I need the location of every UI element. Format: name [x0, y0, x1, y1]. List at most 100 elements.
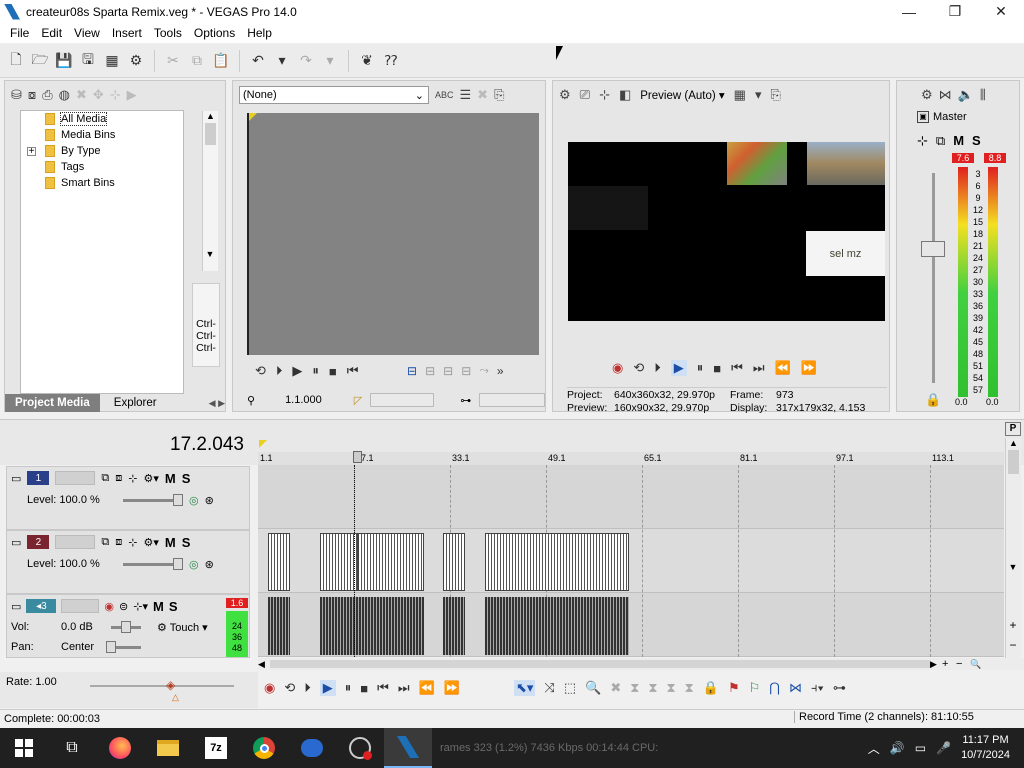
track-fx-icon[interactable]: ⊹▾	[133, 600, 148, 613]
track-number-1[interactable]: 1	[27, 471, 50, 485]
audio-clip[interactable]	[443, 597, 465, 655]
import-media-icon[interactable]: ⛁	[11, 87, 22, 103]
track-blend-icon[interactable]: ⊛	[205, 558, 214, 571]
record-icon[interactable]: ◉	[264, 680, 275, 696]
speaker-icon[interactable]: 🔈	[958, 87, 974, 103]
copy-snapshot-icon[interactable]: ⎘	[770, 87, 780, 103]
track-2-mute-button[interactable]: M	[165, 535, 176, 550]
help-whats-this-icon[interactable]: ⁇	[381, 51, 401, 71]
audio-clip[interactable]	[268, 597, 290, 655]
play-from-start-icon[interactable]: ⏵	[304, 680, 311, 696]
zoom-in-h-icon[interactable]: +	[942, 658, 956, 670]
save-as-icon[interactable]: 🖫	[78, 51, 98, 71]
master-fx-icon[interactable]: ⊹	[917, 133, 928, 149]
track-fx-icon[interactable]: ⊹	[128, 536, 137, 549]
menu-insert[interactable]: Insert	[106, 26, 148, 40]
track-3-mute-button[interactable]: M	[153, 599, 164, 614]
video-clip[interactable]	[320, 533, 358, 591]
zoom-h-icon[interactable]: 🔍	[970, 659, 984, 670]
scroll-down-icon[interactable]: ▼	[203, 249, 217, 259]
track-1-level-slider[interactable]	[123, 493, 183, 506]
track-fx-icon[interactable]: ⊹	[128, 472, 137, 485]
loop-icon[interactable]: ⟲	[255, 363, 266, 379]
zoom-field[interactable]	[479, 393, 546, 407]
selection-length-field[interactable]	[370, 393, 435, 407]
master-fx2-icon[interactable]: ⧉	[936, 133, 945, 149]
trim-start-icon[interactable]: ⧗	[648, 680, 657, 696]
auto-ripple-icon[interactable]: ⫞▾	[811, 680, 824, 696]
clock[interactable]: 11:17 PM 10/7/2024	[961, 733, 1010, 763]
trimmer-source-dropdown[interactable]: (None) ⌄	[239, 86, 429, 104]
tab-scroll-arrows[interactable]: ◀ ▶	[209, 398, 225, 409]
tree-item-all-media[interactable]: All Media	[21, 111, 183, 127]
go-to-start-icon[interactable]: ⏮	[347, 363, 359, 379]
tray-chevron-icon[interactable]: ︿	[868, 740, 880, 757]
menu-edit[interactable]: Edit	[35, 26, 68, 40]
network-icon[interactable]: ▭	[915, 741, 926, 755]
snapping-icon[interactable]: ⋂	[769, 680, 780, 696]
volume-icon[interactable]: 🔊	[890, 741, 905, 755]
play-icon[interactable]: ▶	[319, 680, 336, 696]
video-clip[interactable]	[485, 533, 629, 591]
track-composite-icon[interactable]: ◎	[189, 558, 199, 571]
cut-icon[interactable]: ✂	[163, 51, 183, 71]
trim-icon[interactable]: ⧗	[630, 680, 639, 696]
new-file-icon[interactable]: 🗋	[6, 51, 26, 71]
tree-item-tags[interactable]: Tags	[21, 159, 183, 175]
windows-start-icon[interactable]	[0, 728, 48, 768]
properties-gear-icon[interactable]: ⚙	[126, 51, 146, 71]
timeline-hscroll[interactable]: ◀ ▶ + − 🔍	[258, 658, 1024, 670]
redo-dropdown-icon[interactable]: ▾	[320, 51, 340, 71]
track-collapse-icon[interactable]: ▭	[11, 536, 21, 549]
vegas-taskbar-icon[interactable]	[384, 728, 432, 768]
master-fader-knob[interactable]	[921, 241, 945, 257]
audio-clip[interactable]	[320, 597, 424, 655]
play-from-start-icon[interactable]: ⏵	[276, 363, 283, 379]
more-icon[interactable]: »	[497, 364, 504, 378]
video-clip[interactable]	[443, 533, 465, 591]
render-icon[interactable]: ▦	[102, 51, 122, 71]
menu-tools[interactable]: Tools	[148, 26, 188, 40]
track-collapse-icon[interactable]: ▭	[11, 600, 21, 613]
copy-icon[interactable]: ⧉	[187, 51, 207, 71]
tab-explorer[interactable]: Explorer	[100, 397, 171, 409]
scroll-thumb[interactable]	[205, 123, 216, 145]
close-button[interactable]: ✕	[978, 0, 1024, 23]
web-icon[interactable]: ◍	[59, 87, 70, 103]
play-from-start-icon[interactable]: ⏵	[654, 360, 661, 376]
stop-icon[interactable]: ■	[360, 681, 368, 696]
copy-snapshot-icon[interactable]: ⎘	[494, 87, 504, 103]
stop-icon[interactable]: ■	[713, 361, 721, 376]
firefox-icon[interactable]	[96, 728, 144, 768]
overlays-grid-icon[interactable]: ▦	[734, 87, 746, 103]
downmix-icon[interactable]: ⋈	[939, 87, 952, 103]
tree-item-media-bins[interactable]: Media Bins	[21, 127, 183, 143]
fx-icon[interactable]: ✥	[93, 87, 104, 103]
external-monitor-icon[interactable]: ⎚	[580, 87, 590, 103]
track-2-level-slider[interactable]	[123, 557, 183, 570]
lane-video-1[interactable]	[258, 465, 1004, 529]
track-name-field[interactable]	[55, 535, 96, 549]
next-frame-icon[interactable]: ⏩	[801, 360, 817, 376]
track-motion-icon[interactable]: ⧉	[101, 536, 109, 549]
track-3-pan-slider[interactable]	[106, 640, 141, 653]
go-to-start-icon[interactable]: ⏮	[377, 680, 389, 696]
go-to-end-icon[interactable]: ⏭	[398, 680, 410, 696]
playhead-marker-icon[interactable]	[353, 451, 362, 463]
preview-quality-dropdown[interactable]: Preview (Auto) ▾	[640, 88, 724, 102]
go-to-end-icon[interactable]: ⏭	[753, 360, 765, 376]
master-gear-icon[interactable]: ⚙	[921, 87, 933, 103]
video-clip[interactable]	[358, 533, 424, 591]
next-frame-icon[interactable]: ⏩	[444, 680, 460, 696]
rate-slider-knob[interactable]: ◈	[166, 678, 175, 692]
menu-help[interactable]: Help	[241, 26, 278, 40]
list-icon[interactable]: ☰	[460, 87, 472, 103]
split-icon[interactable]: ⧗	[685, 680, 694, 696]
menu-file[interactable]: File	[4, 26, 35, 40]
loop-icon[interactable]: ⟲	[284, 680, 295, 696]
arm-record-icon[interactable]: ◉	[104, 600, 114, 613]
paste-icon[interactable]: 📋	[211, 51, 231, 71]
trim-end-icon[interactable]: ⧗	[667, 680, 676, 696]
hscroll-thumb[interactable]	[270, 660, 930, 668]
delete-icon[interactable]: ✖	[610, 680, 621, 696]
